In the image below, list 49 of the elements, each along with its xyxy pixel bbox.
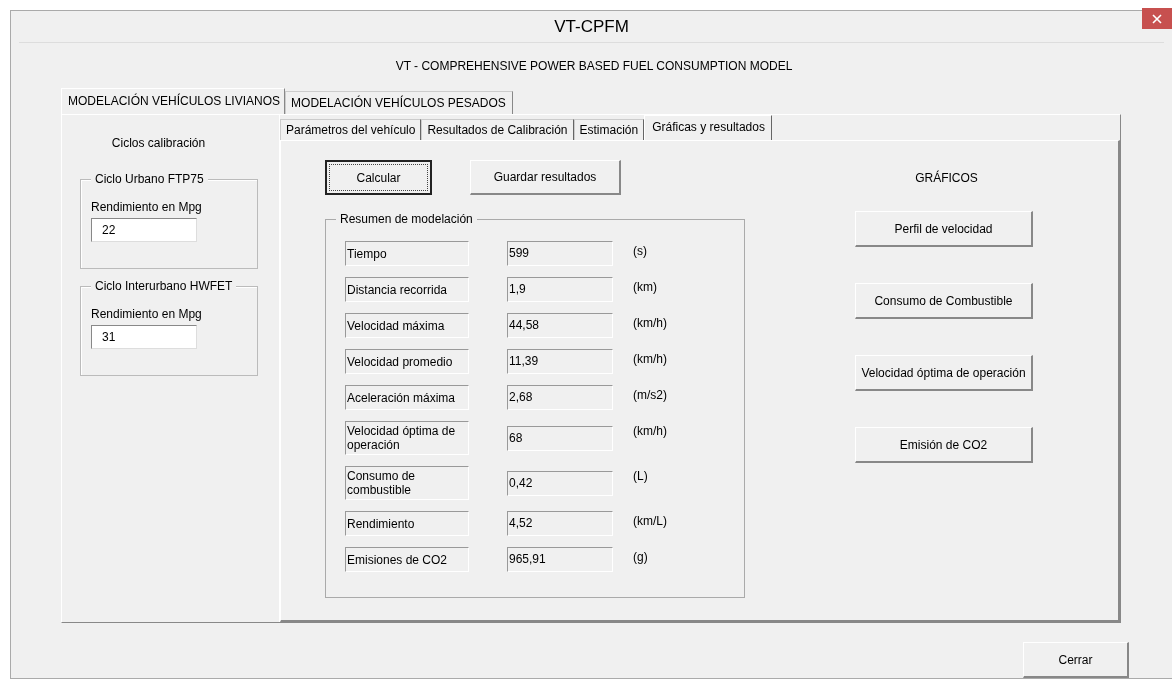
tab[interactable]: Gráficas y resultados bbox=[644, 115, 772, 140]
unit-label: (m/s2) bbox=[633, 387, 667, 404]
close-button[interactable]: Cerrar bbox=[1023, 642, 1129, 678]
unit-label: (km/h) bbox=[633, 315, 667, 332]
action-button[interactable]: Guardar resultados bbox=[470, 160, 621, 195]
input-field[interactable]: 31 bbox=[91, 325, 197, 349]
unit-label: (s) bbox=[633, 243, 647, 260]
field-label: Rendimiento en Mpg bbox=[91, 307, 202, 321]
tab[interactable]: Parámetros del vehículo bbox=[280, 119, 422, 140]
label-box: Tiempo bbox=[345, 241, 469, 266]
unit-label: (L) bbox=[633, 468, 648, 485]
value-field: 11,39 bbox=[507, 349, 613, 374]
chart-button[interactable]: Consumo de Combustible bbox=[855, 283, 1033, 319]
label-box: Velocidad promedio bbox=[345, 349, 469, 374]
unit-label: (km/h) bbox=[633, 351, 667, 368]
label-box: Velocidad óptima de operación bbox=[345, 421, 469, 455]
value-field: 965,91 bbox=[507, 547, 613, 572]
unit-label: (km) bbox=[633, 279, 657, 296]
action-button[interactable]: Calcular bbox=[325, 160, 432, 195]
unit-label: (g) bbox=[633, 549, 648, 566]
chart-button[interactable]: Perfil de velocidad bbox=[855, 211, 1033, 247]
label-box: Rendimiento bbox=[345, 511, 469, 536]
label-box: Consumo de combustible bbox=[345, 466, 469, 500]
tab[interactable]: Resultados de Calibración bbox=[421, 119, 574, 140]
section-heading: GRÁFICOS bbox=[914, 169, 979, 187]
label-box: Emisiones de CO2 bbox=[345, 547, 469, 572]
tab[interactable]: MODELACIÓN VEHÍCULOS PESADOS bbox=[285, 91, 513, 114]
tab[interactable]: Estimación bbox=[573, 119, 645, 140]
unit-label: (km/L) bbox=[633, 513, 667, 530]
value-field: 2,68 bbox=[507, 385, 613, 410]
chart-button[interactable]: Velocidad óptima de operación bbox=[855, 355, 1033, 391]
app-subtitle: VT - COMPREHENSIVE POWER BASED FUEL CONSUMPTION MODEL bbox=[395, 59, 793, 73]
chart-button[interactable]: Emisión de CO2 bbox=[855, 427, 1033, 463]
value-field: 44,58 bbox=[507, 313, 613, 338]
label-box: Velocidad máxima bbox=[345, 313, 469, 338]
window-title: VT-CPFM bbox=[554, 15, 629, 38]
label-box: Aceleración máxima bbox=[345, 385, 469, 410]
unit-label: (km/h) bbox=[633, 423, 667, 440]
input-field[interactable]: 22 bbox=[91, 218, 197, 242]
close-icon[interactable] bbox=[1142, 8, 1172, 29]
value-field: 4,52 bbox=[507, 511, 613, 536]
value-field: 68 bbox=[507, 425, 613, 451]
value-field: 0,42 bbox=[507, 470, 613, 496]
section-heading: Ciclos calibración bbox=[110, 135, 207, 152]
field-label: Rendimiento en Mpg bbox=[91, 200, 202, 214]
value-field: 1,9 bbox=[507, 277, 613, 302]
value-field: 599 bbox=[507, 241, 613, 266]
tab[interactable]: MODELACIÓN VEHÍCULOS LIVIANOS bbox=[61, 88, 286, 114]
label-box: Distancia recorrida bbox=[345, 277, 469, 302]
